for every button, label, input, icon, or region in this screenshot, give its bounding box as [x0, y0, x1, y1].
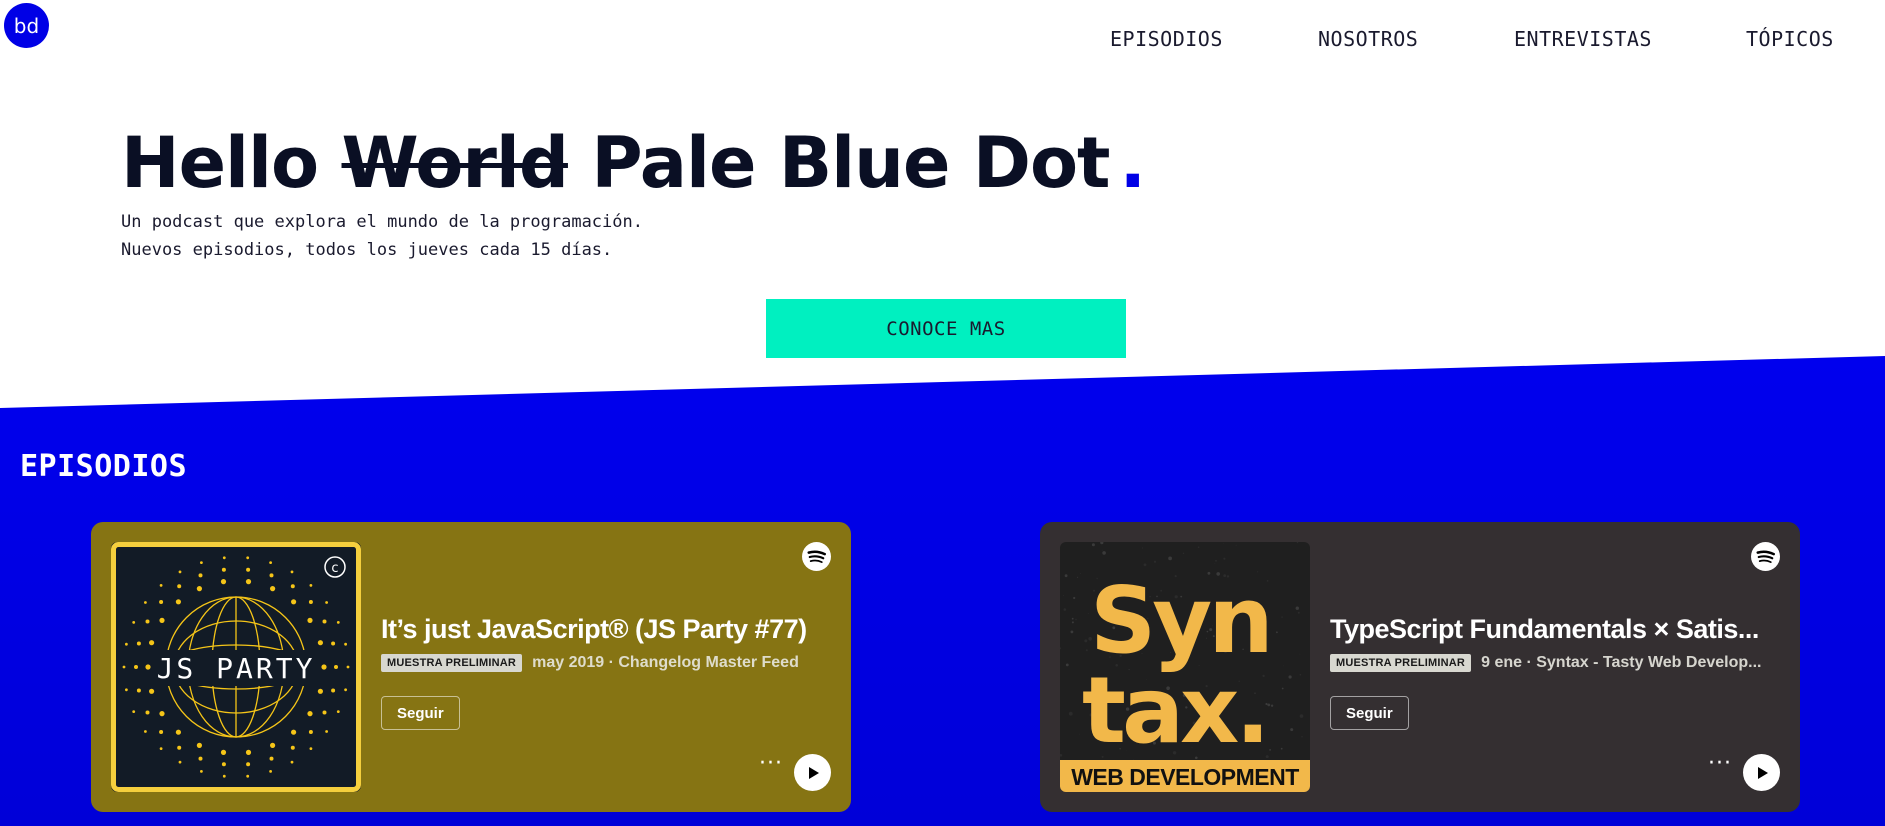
js-party-art-text: JS PARTY: [157, 652, 316, 685]
episode-date-show[interactable]: 9 ene · Syntax - Tasty Web Develop...: [1481, 654, 1761, 672]
hero-title-start: Hello: [121, 122, 319, 204]
nav-entrevistas[interactable]: ENTREVISTAS: [1514, 27, 1652, 51]
hero-title-end: Pale Blue Dot: [591, 122, 1110, 204]
changelog-logo: c: [331, 561, 338, 576]
follow-button[interactable]: Seguir: [1330, 696, 1409, 730]
hero-subtitle-line2: Nuevos episodios, todos los jueves cada …: [121, 240, 613, 260]
spotify-icon[interactable]: [1751, 542, 1780, 571]
nav-nosotros[interactable]: NOSOTROS: [1318, 27, 1418, 51]
play-button[interactable]: [1743, 754, 1780, 791]
episode-date-show[interactable]: may 2019 · Changelog Master Feed: [532, 654, 799, 672]
syntax-artwork: Syn tax. WEB DEVELOPMENT: [1060, 542, 1310, 792]
follow-button[interactable]: Seguir: [381, 696, 460, 730]
play-button[interactable]: [794, 754, 831, 791]
episode-card[interactable]: Syn tax. WEB DEVELOPMENT TypeScript Fund…: [1040, 522, 1800, 812]
episode-title[interactable]: TypeScript Fundamentals × Satis...: [1330, 614, 1770, 645]
play-icon: [1757, 766, 1768, 779]
main-nav: EPISODIOS NOSOTROS ENTREVISTAS TÓPICOS: [0, 27, 1885, 51]
episode-artwork-syntax[interactable]: Syn tax. WEB DEVELOPMENT: [1060, 542, 1310, 792]
nav-episodios[interactable]: EPISODIOS: [1110, 27, 1223, 51]
conoce-mas-button[interactable]: CONOCE MAS: [766, 299, 1126, 358]
episode-card[interactable]: JS PARTY c It’s just JavaScript® (JS Par…: [91, 522, 851, 812]
syntax-art-footer: WEB DEVELOPMENT: [1071, 764, 1299, 790]
hero-subtitle: Un podcast que explora el mundo de la pr…: [121, 208, 643, 264]
episodes-section-title: EPISODIOS: [20, 449, 188, 484]
nav-topicos[interactable]: TÓPICOS: [1746, 27, 1834, 51]
hero-title-struck: World: [341, 122, 569, 204]
hero-title: Hello World Pale Blue Dot.: [121, 118, 1147, 208]
hero-title-dot: .: [1119, 122, 1147, 204]
more-icon[interactable]: ···: [759, 753, 783, 775]
episode-meta: MUESTRA PRELIMINAR may 2019 · Changelog …: [381, 654, 831, 672]
more-icon[interactable]: ···: [1708, 753, 1732, 775]
hero-subtitle-line1: Un podcast que explora el mundo de la pr…: [121, 212, 643, 232]
spotify-icon[interactable]: [802, 542, 831, 571]
episode-title[interactable]: It’s just JavaScript® (JS Party #77): [381, 614, 821, 645]
syntax-art-line2: tax.: [1082, 657, 1266, 764]
play-icon: [808, 766, 819, 779]
episode-artwork-js-party[interactable]: JS PARTY c: [111, 542, 361, 792]
episode-meta: MUESTRA PRELIMINAR 9 ene · Syntax - Tast…: [1330, 654, 1780, 672]
js-party-artwork: JS PARTY c: [111, 542, 361, 792]
preview-badge: MUESTRA PRELIMINAR: [381, 654, 523, 672]
preview-badge: MUESTRA PRELIMINAR: [1330, 654, 1472, 672]
